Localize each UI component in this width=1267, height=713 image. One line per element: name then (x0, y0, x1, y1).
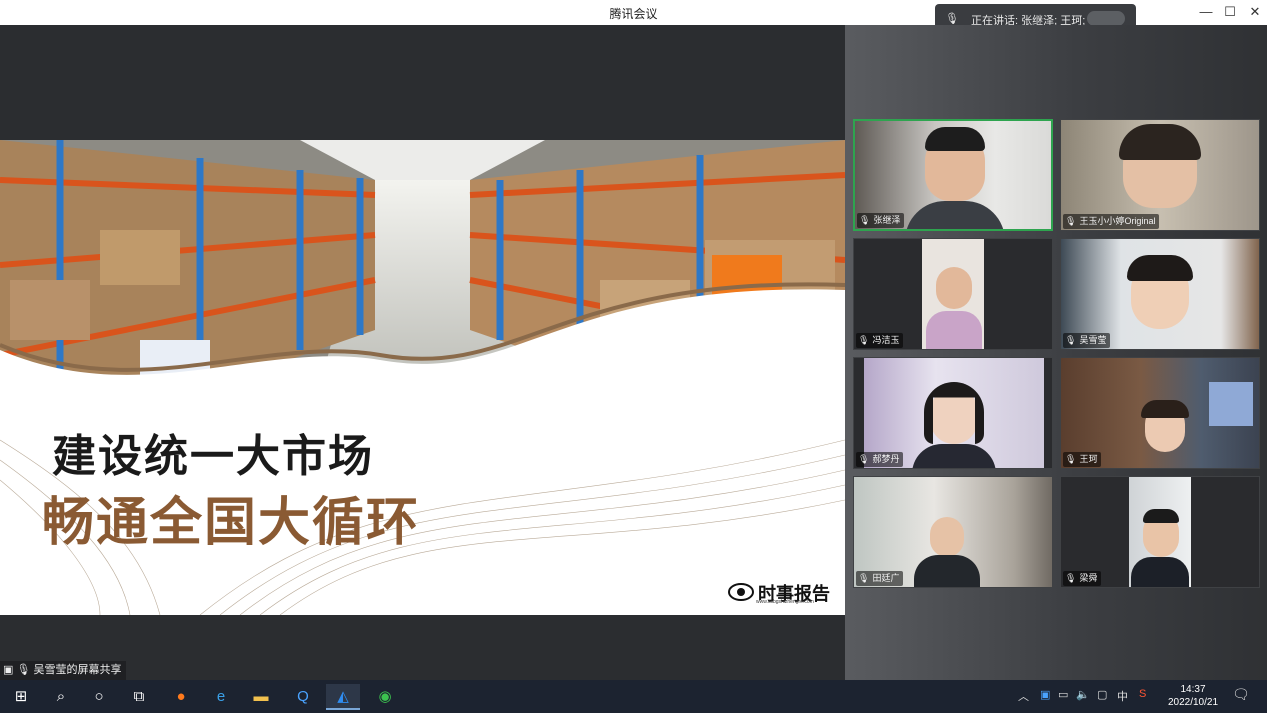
video-tile[interactable]: 🎙 吴雪莹 (1060, 238, 1260, 350)
video-tile[interactable]: 🎙 冯洁玉 (853, 238, 1053, 350)
tray-expand-icon[interactable]: ︿ (1018, 688, 1029, 704)
microphone-icon: 🎙 (859, 215, 871, 225)
tray-app-icon[interactable]: ▣ (1040, 688, 1050, 701)
microphone-icon: 🎙 (1065, 335, 1077, 345)
video-tile[interactable]: 🎙 王珂 (1060, 357, 1260, 469)
participant-label: 🎙 冯洁玉 (856, 333, 904, 348)
firefox-icon[interactable]: ● (164, 684, 198, 710)
microphone-icon: 🎙 (945, 13, 959, 25)
windows-taskbar: ⊞ ⌕ ○ ⧉ ● e ▬ Q ◭ ◉ ︿ ▣ ▭ 🔈 ▢ 中 S 14:37 … (0, 680, 1267, 713)
participant-label: 🎙 郝梦丹 (856, 452, 904, 467)
search-icon[interactable]: ⌕ (44, 684, 78, 710)
participant-label: 🎙 张继泽 (857, 213, 905, 228)
eye-logo-icon (728, 583, 754, 601)
microphone-icon: 🎙 (16, 664, 34, 676)
logo-url: www.ssbgshizhengre.com (756, 599, 814, 605)
wechat-icon[interactable]: ◉ (368, 684, 402, 710)
microphone-icon: 🎙 (858, 335, 870, 345)
participant-label: 🎙 王珂 (1063, 452, 1102, 467)
system-clock[interactable]: 14:37 2022/10/21 (1163, 683, 1223, 709)
slide-title-line2: 畅通全国大循环 (42, 493, 421, 553)
shared-slide: 建设统一大市场 畅通全国大循环 时事报告 www.ssbgshizhengre.… (0, 140, 845, 615)
volume-icon[interactable]: 🔈 (1076, 688, 1090, 701)
video-tile[interactable]: 🎙 田廷广 (853, 476, 1053, 588)
microphone-muted-icon: 🎙 (1065, 573, 1077, 583)
minimize-button[interactable]: — (1194, 3, 1218, 21)
clock-time: 14:37 (1180, 684, 1206, 695)
microphone-muted-icon: 🎙 (858, 454, 870, 464)
cortana-icon[interactable]: ○ (82, 684, 116, 710)
microphone-icon: 🎙 (1065, 454, 1077, 464)
tencent-meeting-icon[interactable]: ◭ (326, 684, 360, 710)
sogou-icon[interactable]: S (1139, 688, 1146, 700)
video-tile[interactable]: 🎙 王玉小小婷Original (1060, 119, 1260, 231)
clock-date: 2022/10/21 (1167, 697, 1219, 708)
participants-panel: 🎙 张继泽 🎙 王玉小小婷Original 🎙 冯洁玉 🎙 吴雪莹 🎙 郝梦丹 🎙 王珂 (845, 25, 1267, 680)
participant-label: 🎙 王玉小小婷Original (1063, 214, 1160, 229)
slide-title-line1: 建设统一大市场 (52, 431, 374, 482)
screen-share-tag[interactable]: ▣ 🎙 吴雪莹的屏幕共享 (0, 661, 126, 680)
ie-browser-icon[interactable]: e (204, 684, 238, 710)
speaking-avatars (1087, 11, 1125, 26)
shared-screen-area: 建设统一大市场 畅通全国大循环 时事报告 www.ssbgshizhengre.… (0, 25, 845, 680)
participant-label: 🎙 吴雪莹 (1063, 333, 1111, 348)
participant-label: 🎙 梁舜 (1063, 571, 1102, 586)
maximize-button[interactable]: ☐ (1218, 3, 1242, 21)
task-view-icon[interactable]: ⧉ (122, 684, 156, 710)
network-icon[interactable]: ▢ (1097, 688, 1107, 701)
video-tile[interactable]: 🎙 张继泽 (853, 119, 1053, 231)
ime-indicator[interactable]: 中 (1117, 688, 1128, 704)
video-tile[interactable]: 🎙 郝梦丹 (853, 357, 1053, 469)
publisher-logo: 时事报告 www.ssbgshizhengre.com (728, 580, 838, 606)
windows-start-icon[interactable]: ⊞ (4, 684, 38, 710)
file-explorer-icon[interactable]: ▬ (244, 684, 278, 710)
notification-icon[interactable]: 🗨 (1232, 686, 1250, 703)
screen-share-icon: ▣ (3, 664, 17, 676)
participant-label: 🎙 田廷广 (856, 571, 904, 586)
microphone-icon: 🎙 (858, 573, 870, 583)
qq-browser-icon[interactable]: Q (286, 684, 320, 710)
close-button[interactable]: ✕ (1243, 3, 1267, 21)
battery-icon[interactable]: ▭ (1058, 688, 1068, 701)
microphone-icon: 🎙 (1065, 216, 1077, 226)
video-tile[interactable]: 🎙 梁舜 (1060, 476, 1260, 588)
